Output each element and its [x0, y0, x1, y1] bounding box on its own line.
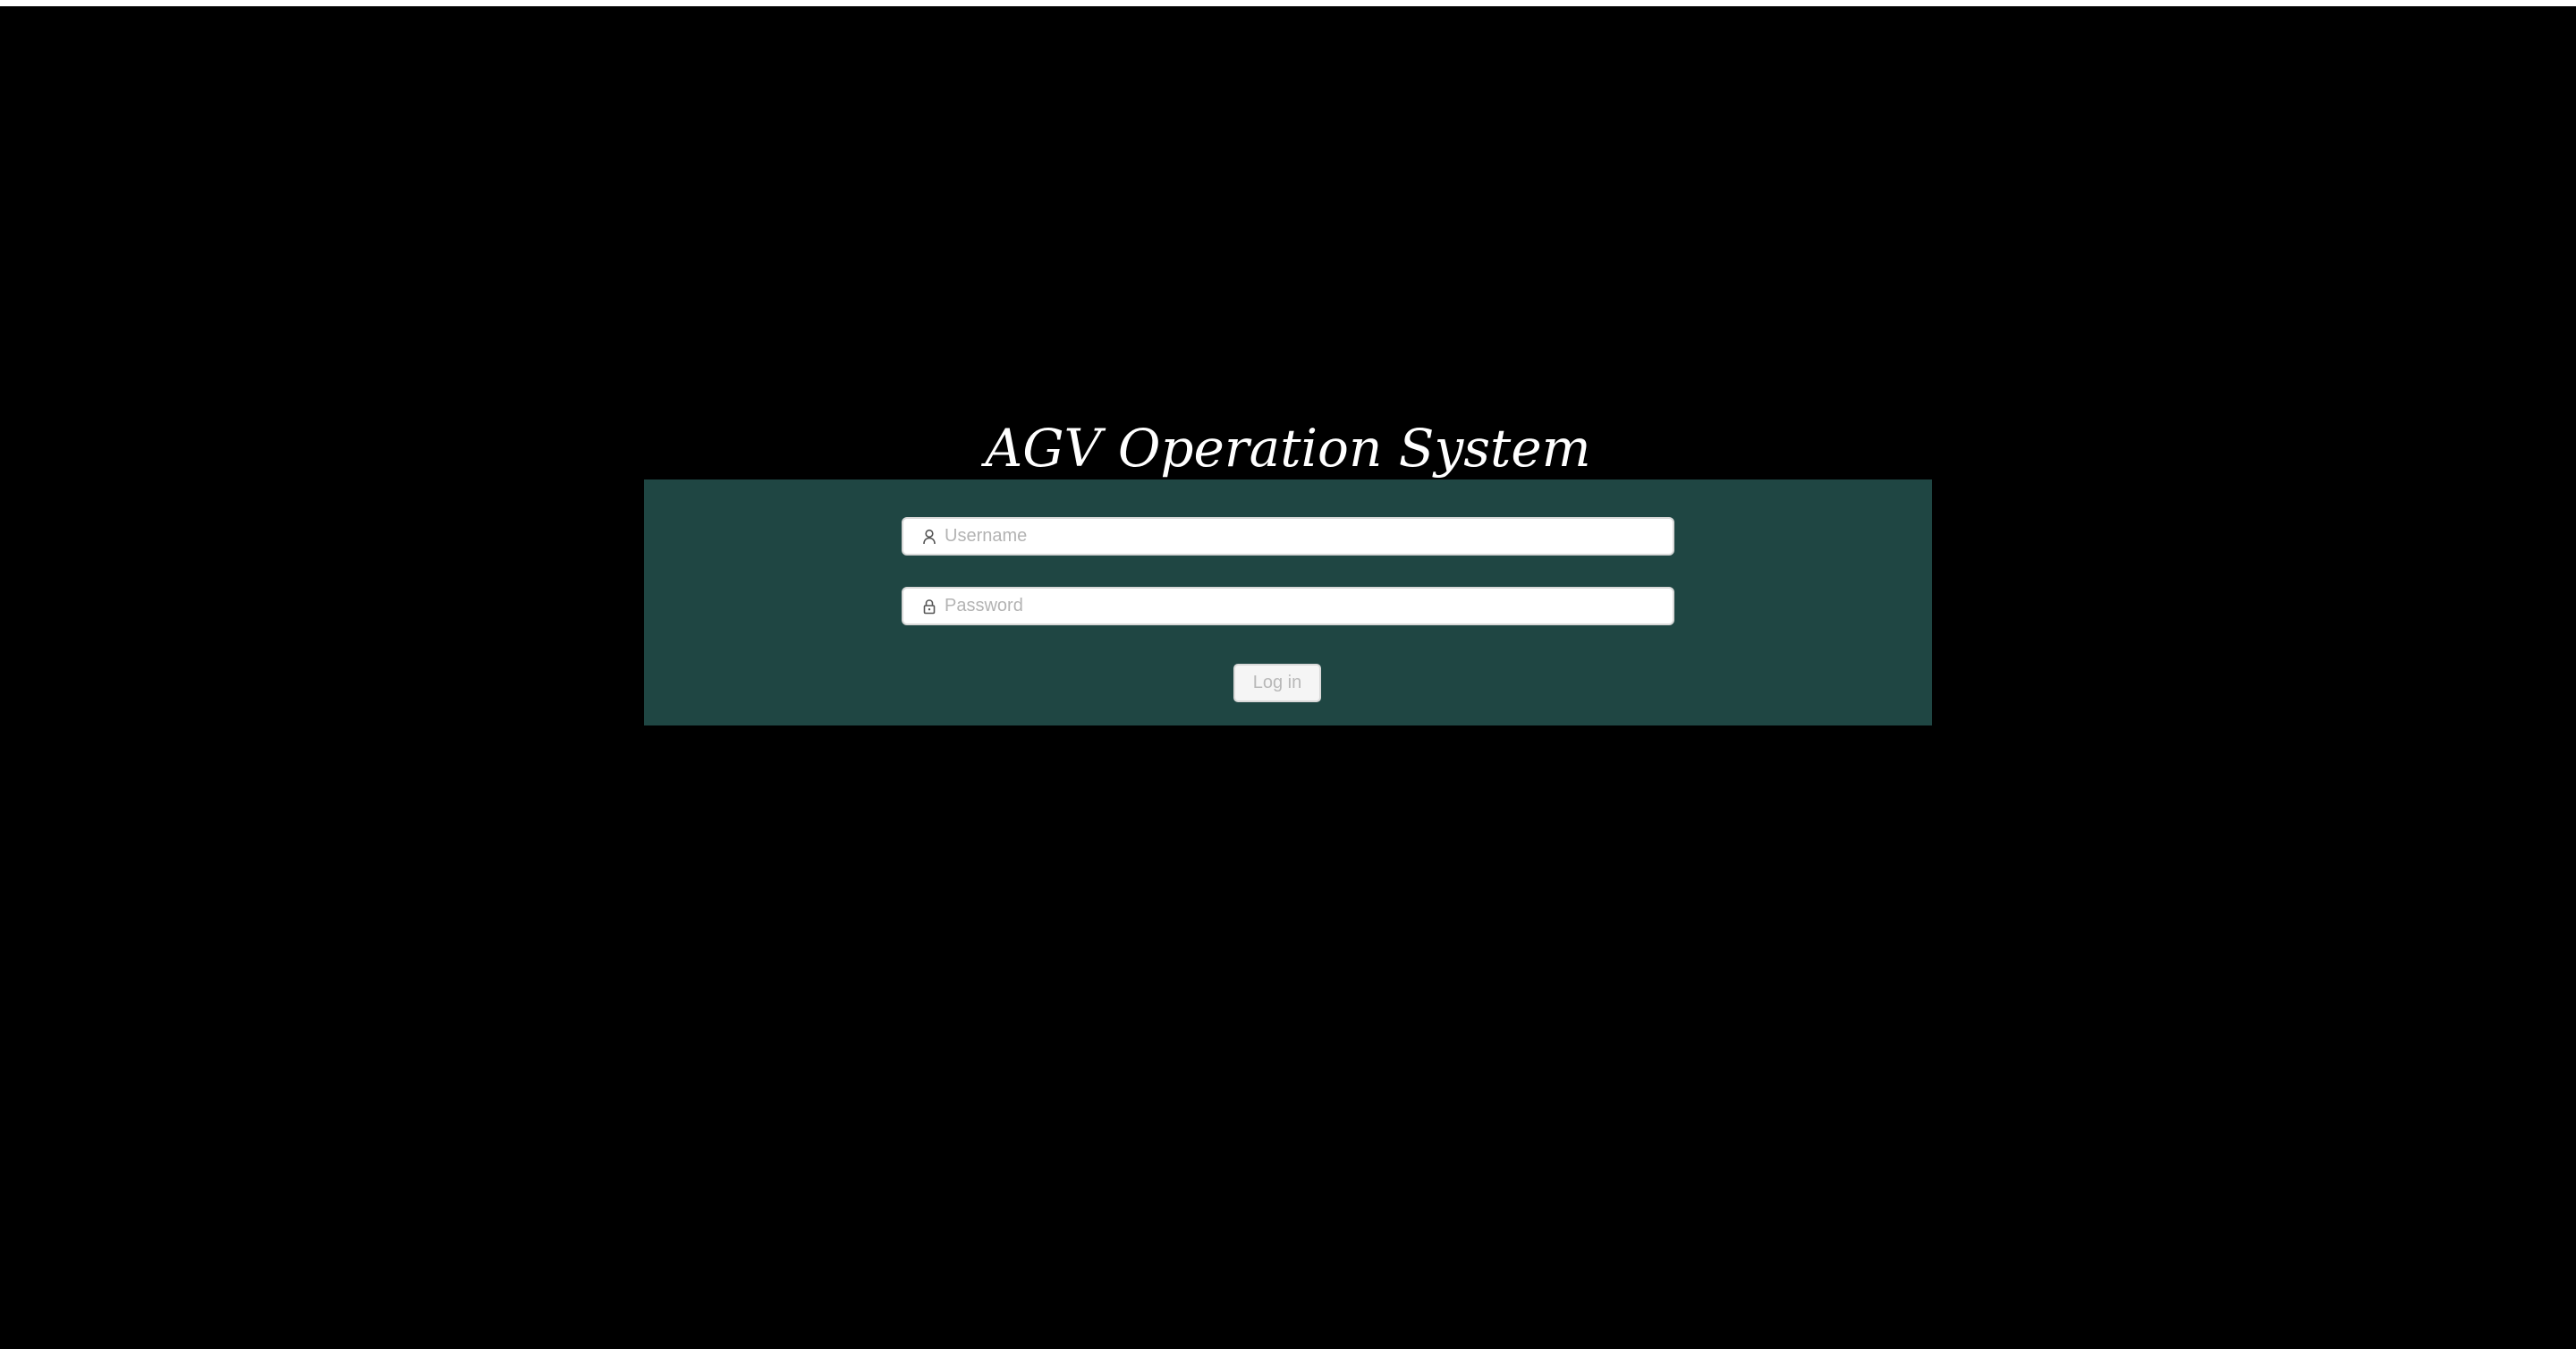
username-field[interactable] [902, 517, 1674, 556]
login-button[interactable]: Log in [1233, 664, 1321, 702]
username-input[interactable] [943, 519, 1673, 554]
password-field[interactable] [902, 587, 1674, 625]
password-input[interactable] [943, 589, 1673, 624]
lock-icon [916, 589, 943, 624]
login-screen: AGV Operation System Log in [0, 6, 2576, 1349]
login-panel: Log in [644, 479, 1932, 725]
user-icon [916, 519, 943, 554]
app-title: AGV Operation System [985, 418, 1591, 479]
